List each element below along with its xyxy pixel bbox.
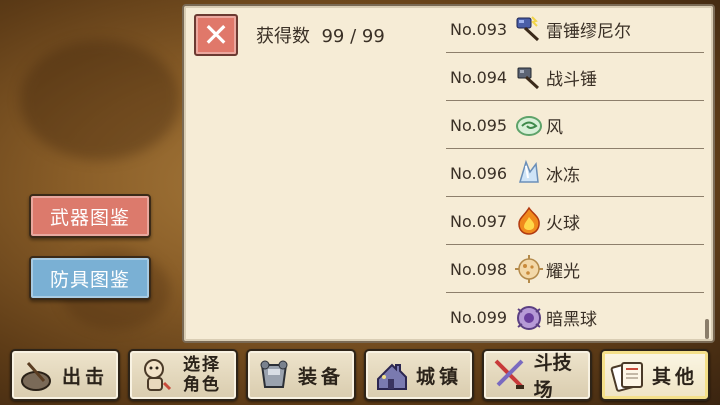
nav-sortie-button[interactable]: 出击 [10, 349, 120, 401]
list-item[interactable]: No.099 暗黑球 [446, 294, 704, 341]
item-name: 耀光 [546, 261, 580, 282]
thunder-hammer-icon [514, 14, 544, 44]
item-number: No.099 [450, 308, 508, 327]
list-item[interactable]: No.098 耀光 [446, 246, 704, 293]
armor-dex-button[interactable]: 防具图鉴 [29, 256, 151, 300]
list-item[interactable]: No.096 冰冻 [446, 150, 704, 197]
item-number: No.097 [450, 211, 508, 231]
list-item[interactable]: No.095 风 [446, 102, 704, 149]
obtained-count: 获得数 99 / 99 [256, 22, 385, 48]
obtained-value: 99 / 99 [321, 26, 385, 47]
shovel-icon [16, 353, 60, 397]
nav-sortie-label: 出击 [62, 365, 109, 388]
item-number: No.094 [450, 67, 508, 87]
town-icon [370, 353, 414, 397]
radiance-icon [514, 254, 544, 284]
nav-equip-label: 装备 [298, 365, 345, 388]
bottom-nav: 出击 选择 角色 装备 城镇 斗技场 其他 [0, 343, 720, 405]
weapon-dex-label: 武器图鉴 [49, 206, 130, 229]
ice-icon [514, 158, 544, 188]
item-dex-panel: ✕ 获得数 99 / 99 No.093 雷锤缪尼尔 No.094 战斗锤 No… [182, 4, 715, 343]
item-name: 暗黑球 [546, 310, 597, 330]
item-number: No.096 [450, 163, 508, 183]
item-name: 雷锤缪尼尔 [546, 21, 631, 42]
nav-arena-label: 斗技场 [533, 352, 572, 401]
nav-select-role-line1: 选择 [183, 355, 221, 375]
nav-select-role-line2: 角色 [183, 375, 221, 395]
item-name: 战斗锤 [546, 69, 597, 90]
nav-select-role-label: 选择 角色 [180, 355, 224, 395]
dark-orb-icon [514, 303, 544, 333]
nav-select-role-button[interactable]: 选择 角色 [128, 349, 238, 401]
close-icon: ✕ [202, 16, 230, 54]
documents-icon [606, 353, 650, 397]
nav-town-label: 城镇 [416, 365, 463, 388]
wind-icon [514, 110, 544, 140]
obtained-label: 获得数 [256, 26, 310, 47]
armor-icon [252, 353, 296, 397]
item-number: No.098 [450, 259, 508, 279]
list-item[interactable]: No.093 雷锤缪尼尔 [446, 6, 704, 53]
nav-arena-button[interactable]: 斗技场 [482, 349, 592, 401]
background-stain [20, 40, 180, 160]
item-name: 风 [546, 117, 563, 138]
item-name: 冰冻 [546, 165, 580, 186]
list-item[interactable]: No.097 火球 [446, 198, 704, 245]
close-button[interactable]: ✕ [194, 14, 238, 56]
list-scrollbar[interactable] [705, 319, 709, 339]
item-number: No.093 [450, 19, 508, 39]
nav-town-button[interactable]: 城镇 [364, 349, 474, 401]
war-hammer-icon [514, 62, 544, 92]
weapon-dex-button[interactable]: 武器图鉴 [29, 194, 151, 238]
nav-equip-button[interactable]: 装备 [246, 349, 356, 401]
list-item[interactable]: No.094 战斗锤 [446, 54, 704, 101]
fireball-icon [514, 206, 544, 236]
item-list[interactable]: No.093 雷锤缪尼尔 No.094 战斗锤 No.095 风 No.096 [446, 6, 704, 341]
item-name: 火球 [546, 213, 580, 234]
armor-dex-label: 防具图鉴 [49, 268, 130, 291]
character-icon [134, 353, 178, 397]
nav-other-button[interactable]: 其他 [600, 349, 710, 401]
crossed-swords-icon [488, 353, 532, 397]
nav-other-label: 其他 [652, 365, 699, 388]
item-number: No.095 [450, 115, 508, 135]
